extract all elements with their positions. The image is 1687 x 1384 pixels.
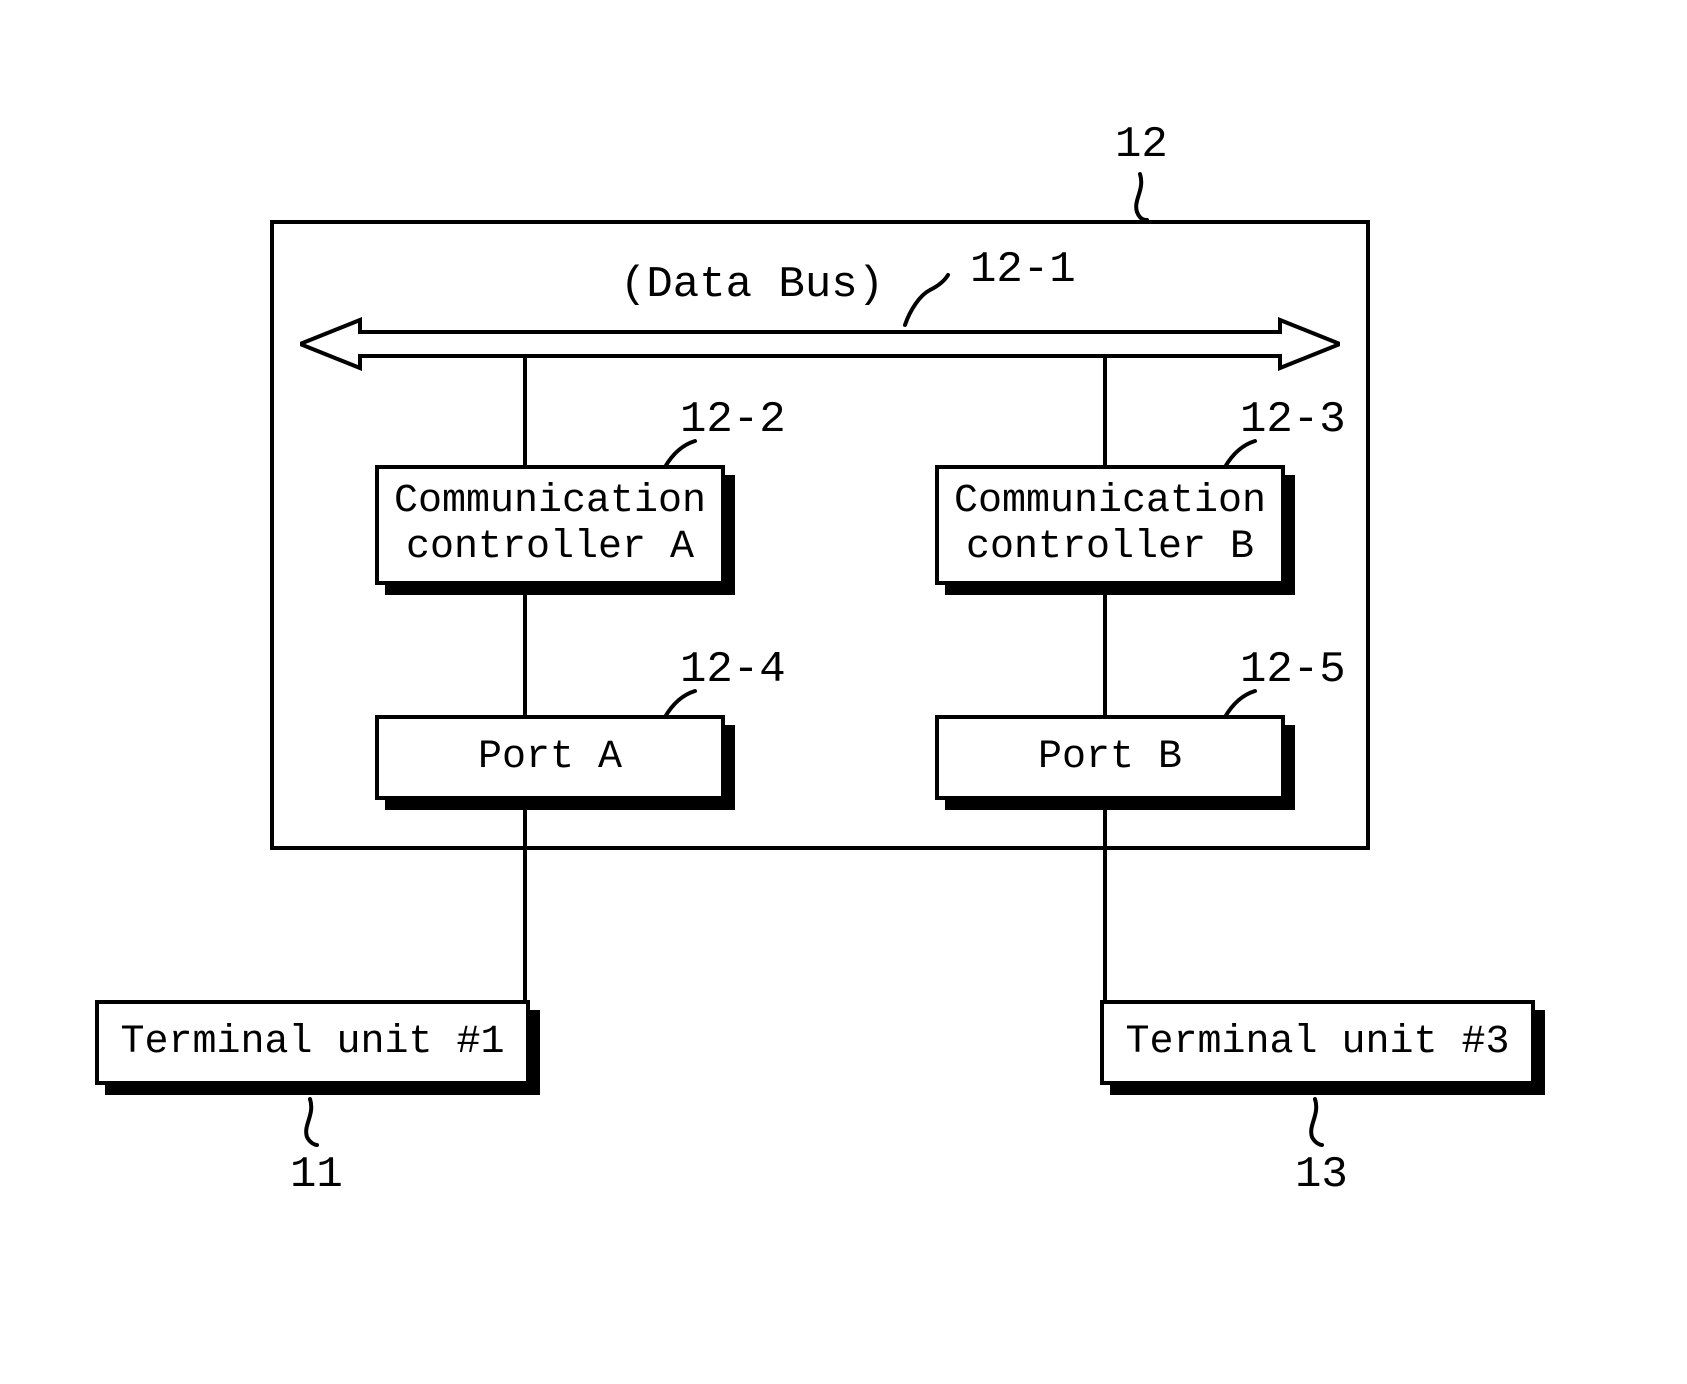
terminal-unit-3-box: Terminal unit #3 xyxy=(1100,1000,1535,1085)
ref-12-1: 12-1 xyxy=(970,245,1076,295)
port-a-box: Port A xyxy=(375,715,725,800)
leader-12-2 xyxy=(660,435,720,475)
bus-to-controllerB-line xyxy=(1103,356,1107,466)
leader-11 xyxy=(285,1095,335,1150)
ref-12: 12 xyxy=(1115,120,1168,170)
leader-12-1 xyxy=(900,270,980,330)
port-b-label: Port B xyxy=(939,735,1281,781)
controllerA-to-portA-line xyxy=(523,595,527,715)
data-bus-arrow xyxy=(300,314,1340,374)
portB-to-terminal3-line xyxy=(1103,810,1107,1000)
communication-controller-b-box: Communication controller B xyxy=(935,465,1285,585)
leader-13 xyxy=(1290,1095,1340,1150)
port-b-box: Port B xyxy=(935,715,1285,800)
controller-b-line2: controller B xyxy=(939,525,1281,571)
leader-12-5 xyxy=(1220,685,1280,725)
terminal3-label: Terminal unit #3 xyxy=(1104,1020,1531,1066)
controllerB-to-portB-line xyxy=(1103,595,1107,715)
diagram-canvas: (Data Bus) 12-1 12 Communication control… xyxy=(0,0,1687,1384)
ref-11: 11 xyxy=(290,1150,343,1200)
controller-a-line1: Communication xyxy=(379,479,721,525)
leader-12-3 xyxy=(1220,435,1280,475)
portA-to-terminal1-line xyxy=(523,810,527,1000)
ref-13: 13 xyxy=(1295,1150,1348,1200)
leader-12-4 xyxy=(660,685,720,725)
communication-controller-a-box: Communication controller A xyxy=(375,465,725,585)
port-a-label: Port A xyxy=(379,735,721,781)
controller-b-line1: Communication xyxy=(939,479,1281,525)
terminal1-label: Terminal unit #1 xyxy=(99,1020,526,1066)
leader-12 xyxy=(1115,170,1175,230)
controller-a-line2: controller A xyxy=(379,525,721,571)
bus-to-controllerA-line xyxy=(523,356,527,466)
data-bus-label: (Data Bus) xyxy=(620,260,884,310)
terminal-unit-1-box: Terminal unit #1 xyxy=(95,1000,530,1085)
